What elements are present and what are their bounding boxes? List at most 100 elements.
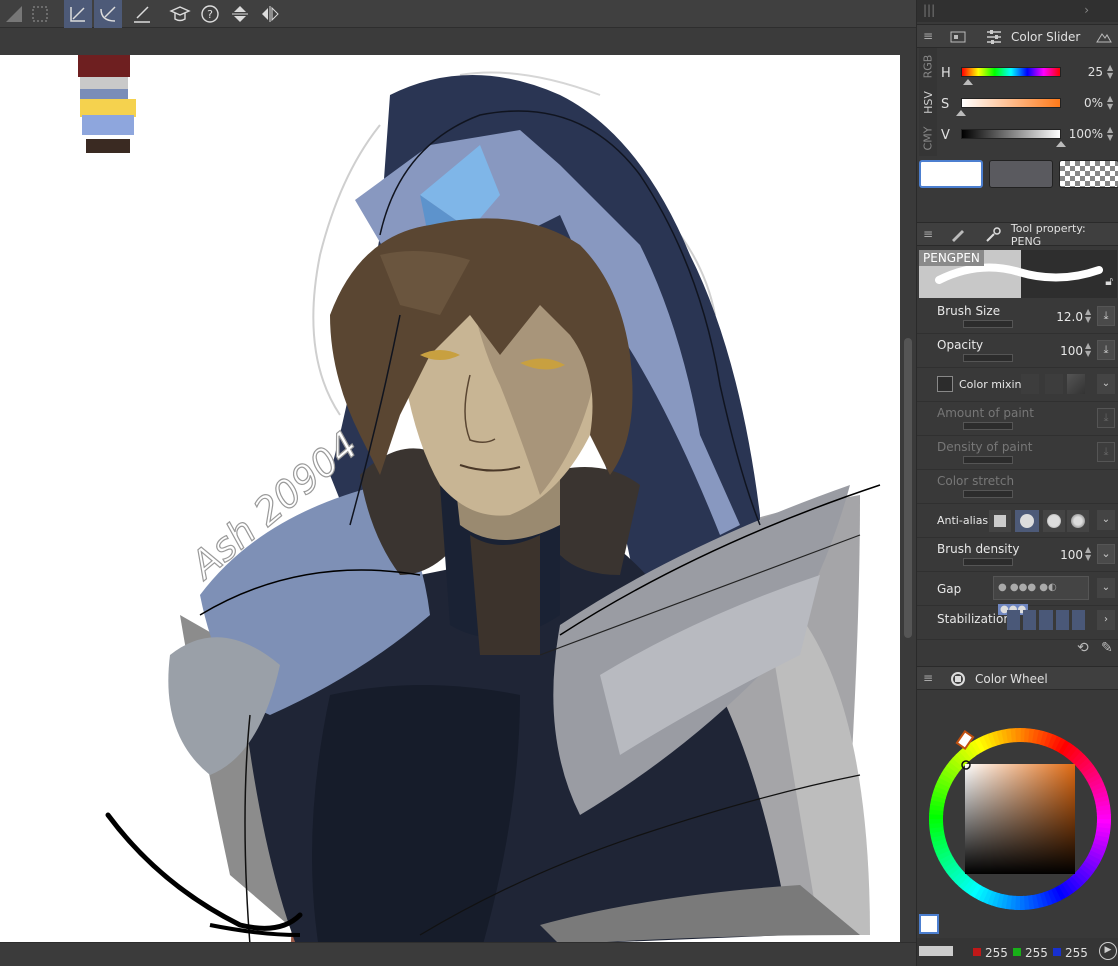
value-label: V (941, 128, 950, 143)
top-toolbar: ? (0, 0, 916, 28)
amount-of-paint-slider[interactable] (963, 422, 1013, 430)
green-value[interactable]: 255 (1025, 946, 1048, 960)
svg-text:?: ? (207, 8, 213, 21)
gap-dropdown-icon[interactable]: ⌄ (1097, 578, 1115, 598)
value-spinner-icon[interactable]: ▲ ▼ (1107, 126, 1117, 142)
color-wheel[interactable] (917, 690, 1118, 940)
opacity-spinner-icon[interactable]: ▲ ▼ (1085, 342, 1095, 358)
brush-density-expand-button[interactable]: ⌄ (1097, 544, 1115, 564)
value-value[interactable]: 100% (1069, 127, 1103, 141)
opacity-value[interactable]: 100 (1060, 344, 1083, 358)
vertical-scrollbar[interactable] (900, 28, 916, 942)
drawing-canvas[interactable]: Ash 20904 (0, 55, 900, 957)
hue-track[interactable] (961, 67, 1061, 77)
tab-hsv[interactable]: HSV (919, 84, 937, 120)
brush-size-value[interactable]: 12.0 (1056, 310, 1083, 324)
ruler-tool-icon[interactable] (128, 0, 156, 28)
anti-aliasing-none-icon[interactable] (989, 510, 1011, 532)
lock-icon[interactable]: 🔓︎ (1105, 274, 1113, 289)
saturation-caret[interactable] (956, 110, 966, 116)
tab-tool-property[interactable]: Tool property: PENG (983, 222, 1118, 248)
mix-mode-3-icon[interactable] (1067, 374, 1085, 394)
brush-preview[interactable]: PENGPEN 🔓︎ (919, 250, 1117, 298)
transparent-swatch[interactable] (1059, 160, 1118, 188)
value-track[interactable] (961, 129, 1061, 139)
selection-icon[interactable] (26, 0, 54, 28)
stabilization-bars[interactable] (1007, 610, 1086, 630)
density-of-paint-label: Density of paint (937, 440, 1033, 454)
brush-size-pressure-button[interactable]: ⤓ (1097, 306, 1115, 326)
brush-density-slider[interactable] (963, 558, 1013, 566)
anti-aliasing-row: Anti-aliasing ⌄ (917, 504, 1118, 538)
tab-color-wheel[interactable]: Color Wheel (947, 667, 1048, 691)
saturation-label: S (941, 97, 950, 112)
anti-aliasing-dropdown-icon[interactable]: ⌄ (1097, 510, 1115, 530)
saturation-slider[interactable]: S 0% ▲ ▼ (941, 91, 1118, 121)
stabilization-expand-icon[interactable]: › (1097, 610, 1115, 630)
flip-horizontal-icon[interactable] (256, 0, 284, 28)
opacity-slider[interactable] (963, 354, 1013, 362)
mix-mode-2-icon[interactable] (1045, 374, 1063, 394)
settings-wrench-icon[interactable]: ✎ (1101, 640, 1113, 656)
hue-spinner-icon[interactable]: ▲ ▼ (1107, 64, 1117, 80)
amount-of-paint-row: Amount of paint ⤓ (917, 402, 1118, 436)
main-color-indicator[interactable] (919, 914, 939, 934)
density-of-paint-pressure-button[interactable]: ⤓ (1097, 442, 1115, 462)
mix-mode-1-icon[interactable] (1021, 374, 1039, 394)
brush-size-slider[interactable] (963, 320, 1013, 328)
anti-aliasing-medium-icon[interactable] (1043, 510, 1065, 532)
color-mixing-checkbox[interactable] (937, 376, 953, 392)
color-stretch-slider[interactable] (963, 490, 1013, 498)
brush-size-row: Brush Size 12.0 ▲ ▼ ⤓ (917, 300, 1118, 334)
gap-row: Gap ● ●●● ●◐ ●●● ⌄ (917, 572, 1118, 615)
value-slider[interactable]: V 100% ▲ ▼ (941, 122, 1118, 152)
panel-collapse-icon[interactable]: › (1084, 3, 1089, 17)
artwork: Ash 20904 (78, 55, 881, 955)
gap-options[interactable]: ● ●●● ●◐ ●●● (993, 576, 1089, 615)
layer-mask-icon[interactable] (0, 0, 28, 28)
density-of-paint-slider[interactable] (963, 456, 1013, 464)
tab-cmy[interactable]: CMY (919, 120, 937, 156)
color-model-tabs: RGB HSV CMY (919, 48, 937, 156)
value-caret[interactable] (1056, 141, 1066, 147)
main-color-swatch[interactable] (919, 160, 983, 188)
panel-menu-icon[interactable]: ≡ (923, 30, 933, 42)
canvas-area[interactable]: Ash 20904 › (0, 28, 916, 966)
tab-color-slider[interactable]: Color Slider (983, 25, 1080, 49)
vertical-scroll-thumb[interactable] (904, 338, 912, 638)
panel-menu-icon[interactable]: ≡ (923, 228, 933, 240)
brush-size-spinner-icon[interactable]: ▲ ▼ (1085, 308, 1095, 324)
brush-tool-icon[interactable] (94, 0, 122, 28)
saturation-value[interactable]: 0% (1084, 96, 1103, 110)
mountain-icon (1093, 26, 1115, 48)
brush-density-value[interactable]: 100 (1060, 548, 1083, 562)
blue-value[interactable]: 255 (1065, 946, 1088, 960)
red-value[interactable]: 255 (985, 946, 1008, 960)
hue-caret[interactable] (963, 79, 973, 85)
flip-vertical-icon[interactable] (226, 0, 254, 28)
hue-slider[interactable]: H 25 ▲ ▼ (941, 60, 1118, 90)
tab-color-set[interactable] (947, 25, 969, 49)
play-icon[interactable]: ▶ (1099, 942, 1117, 960)
panel-grip-icon[interactable]: ||| (923, 3, 935, 17)
color-mixing-dropdown-icon[interactable]: ⌄ (1097, 374, 1115, 394)
saturation-spinner-icon[interactable]: ▲ ▼ (1107, 95, 1117, 111)
amount-of-paint-pressure-button[interactable]: ⤓ (1097, 408, 1115, 428)
anti-aliasing-weak-icon[interactable] (1015, 510, 1039, 532)
sub-color-swatch[interactable] (989, 160, 1053, 188)
academy-icon[interactable] (166, 0, 194, 28)
tab-color-history[interactable] (1093, 25, 1115, 49)
reset-icon[interactable]: ⟲ (1077, 640, 1089, 656)
pen-tool-icon[interactable] (64, 0, 92, 28)
brush-density-spinner-icon[interactable]: ▲ ▼ (1085, 546, 1095, 562)
saturation-track[interactable] (961, 98, 1061, 108)
hue-value[interactable]: 25 (1088, 65, 1103, 79)
panel-menu-icon[interactable]: ≡ (923, 672, 933, 684)
color-indicator-bar: 255 255 255 ▶ (917, 914, 1118, 966)
tab-rgb[interactable]: RGB (919, 48, 937, 84)
tab-sub-tool[interactable] (947, 223, 969, 247)
opacity-pressure-button[interactable]: ⤓ (1097, 340, 1115, 360)
swap-color-icon[interactable] (919, 946, 953, 956)
help-icon[interactable]: ? (196, 0, 224, 28)
anti-aliasing-strong-icon[interactable] (1067, 510, 1089, 532)
